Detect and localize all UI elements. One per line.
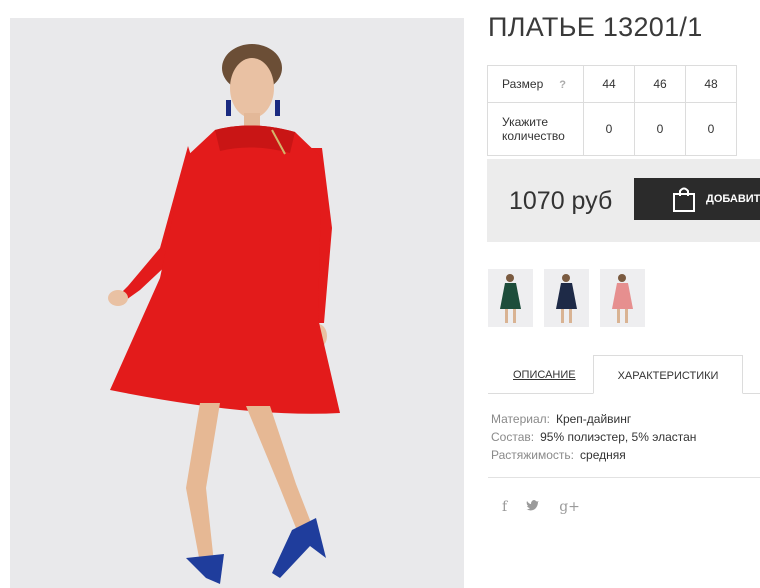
- divider: [488, 477, 760, 478]
- size-help-icon[interactable]: ?: [559, 79, 566, 91]
- spec-key: Растяжимость:: [491, 448, 575, 462]
- spec-row: Материал: Креп-дайвинг: [491, 410, 696, 428]
- size-44[interactable]: 44: [583, 65, 635, 103]
- spec-key: Состав:: [491, 430, 535, 444]
- purchase-box: 1070 руб ДОБАВИТ: [487, 159, 760, 242]
- size-label: Размер: [502, 77, 544, 91]
- specs-list: Материал: Креп-дайвинг Состав: 95% полиэст…: [491, 410, 696, 464]
- size-table: Размер? 44 46 48 Укажите количество 0 0 …: [487, 65, 737, 156]
- add-to-cart-label: ДОБАВИТ: [706, 193, 760, 205]
- google-plus-icon[interactable]: g+: [559, 499, 580, 515]
- twitter-icon[interactable]: [526, 499, 540, 515]
- product-title: ПЛАТЬЕ 13201/1: [488, 12, 703, 42]
- spec-row: Растяжимость: средняя: [491, 446, 696, 464]
- social-share: f g+: [502, 499, 580, 515]
- thumbnail-green[interactable]: [488, 269, 533, 327]
- quantity-input-48[interactable]: 0: [685, 102, 737, 156]
- size-48[interactable]: 48: [685, 65, 737, 103]
- quantity-input-46[interactable]: 0: [634, 102, 686, 156]
- spec-value: Креп-дайвинг: [555, 412, 632, 426]
- thumbnail-navy[interactable]: [544, 269, 589, 327]
- spec-value: средняя: [580, 448, 626, 462]
- quantity-input-44[interactable]: 0: [583, 102, 635, 156]
- thumbnail-pink[interactable]: [600, 269, 645, 327]
- shopping-bag-icon: [672, 186, 696, 212]
- size-46[interactable]: 46: [634, 65, 686, 103]
- tab-characteristics[interactable]: ХАРАКТЕРИСТИКИ: [593, 355, 743, 394]
- tab-description[interactable]: ОПИСАНИЕ: [513, 355, 576, 393]
- color-thumbnails: [488, 269, 645, 327]
- size-label-cell: Размер?: [487, 65, 584, 103]
- quantity-label: Укажите количество: [487, 102, 584, 156]
- model-illustration: [10, 18, 464, 588]
- price: 1070 руб: [509, 187, 613, 215]
- add-to-cart-button[interactable]: ДОБАВИТ: [634, 178, 760, 220]
- spec-value: 95% полиэстер, 5% эластан: [540, 430, 697, 444]
- spec-key: Материал:: [491, 412, 550, 426]
- facebook-icon[interactable]: f: [502, 499, 507, 515]
- product-tabs: ОПИСАНИЕ ХАРАКТЕРИСТИКИ: [488, 355, 760, 394]
- product-photo[interactable]: [10, 18, 464, 588]
- spec-row: Состав: 95% полиэстер, 5% эластан: [491, 428, 696, 446]
